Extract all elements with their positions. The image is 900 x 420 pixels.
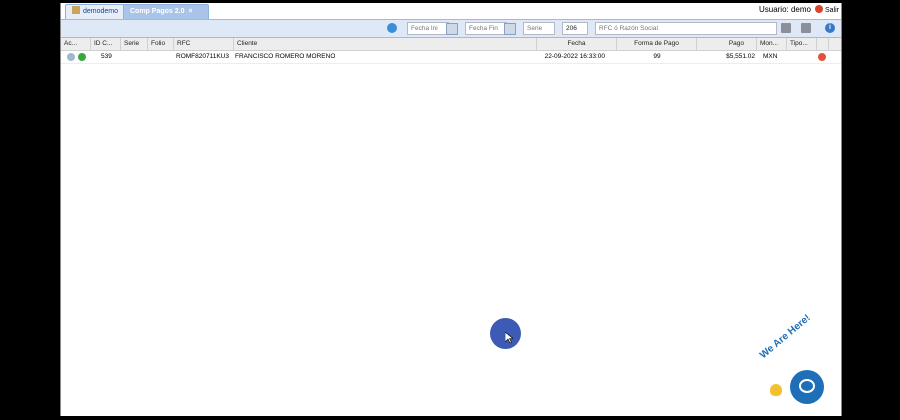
col-serie[interactable]: Serie [121, 38, 148, 50]
cell-id: 539 [101, 53, 112, 60]
tab-bar: demodemo Comp Pagos 2.0 × Usuario: demo S… [61, 3, 841, 20]
cell-forma-pago: 99 [653, 53, 661, 60]
cancel-icon[interactable] [818, 53, 826, 61]
tab-comp-pagos-label: Comp Pagos 2.0 [130, 8, 185, 15]
app-window: demodemo Comp Pagos 2.0 × Usuario: demo S… [60, 3, 842, 416]
col-pago[interactable]: Pago [697, 38, 757, 50]
serie-input[interactable] [523, 22, 555, 35]
chat-icon [799, 379, 815, 393]
user-label: Usuario: demo [758, 5, 811, 14]
cell-pago: $5,551.02 [726, 53, 755, 60]
col-folio[interactable]: Folio [148, 38, 174, 50]
calendar-icon[interactable] [504, 23, 516, 35]
col-acciones[interactable]: Ac... [61, 38, 91, 50]
rfc-search-input[interactable] [595, 22, 777, 35]
fecha-fin-input[interactable] [465, 22, 507, 35]
cell-moneda: MXN [763, 53, 778, 60]
logout-label: Salir [824, 7, 839, 14]
cell-rfc: ROMF820711KU3 [176, 53, 229, 60]
waving-hand-icon [770, 384, 782, 396]
close-icon[interactable]: × [188, 8, 192, 15]
cell-fecha: 22-09-2022 16:33:00 [544, 53, 605, 60]
home-icon [72, 6, 80, 14]
download-icon[interactable] [78, 53, 86, 61]
page-input[interactable] [562, 22, 588, 35]
table-row[interactable]: 539 ROMF820711KU3 FRANCISCO ROMERO MOREN… [61, 51, 841, 64]
fecha-ini-input[interactable] [407, 22, 449, 35]
tab-comp-pagos[interactable]: Comp Pagos 2.0 × [123, 4, 209, 19]
col-extra [817, 38, 829, 50]
col-rfc[interactable]: RFC [174, 38, 234, 50]
mouse-cursor-icon [505, 332, 513, 344]
col-fecha[interactable]: Fecha [537, 38, 617, 50]
col-tipo[interactable]: Tipo... [787, 38, 817, 50]
tab-home-label: demodemo [83, 8, 119, 15]
export-icon[interactable] [801, 23, 811, 33]
chat-button[interactable] [790, 370, 824, 404]
col-moneda[interactable]: Mon... [757, 38, 787, 50]
info-icon[interactable]: i [825, 23, 835, 33]
col-cliente[interactable]: Cliente [234, 38, 537, 50]
col-id[interactable]: ID C... [91, 38, 121, 50]
logout-button[interactable]: Salir [814, 5, 839, 14]
refresh-icon[interactable] [387, 23, 397, 33]
calendar-icon[interactable] [446, 23, 458, 35]
col-forma-pago[interactable]: Forma de Pago [617, 38, 697, 50]
grid-header: Ac... ID C... Serie Folio RFC Cliente Fe… [61, 38, 841, 51]
print-icon[interactable] [781, 23, 791, 33]
power-icon [814, 5, 823, 13]
view-icon[interactable] [67, 53, 75, 61]
filter-toolbar: i [61, 20, 841, 38]
cell-cliente: FRANCISCO ROMERO MORENO [235, 53, 336, 60]
